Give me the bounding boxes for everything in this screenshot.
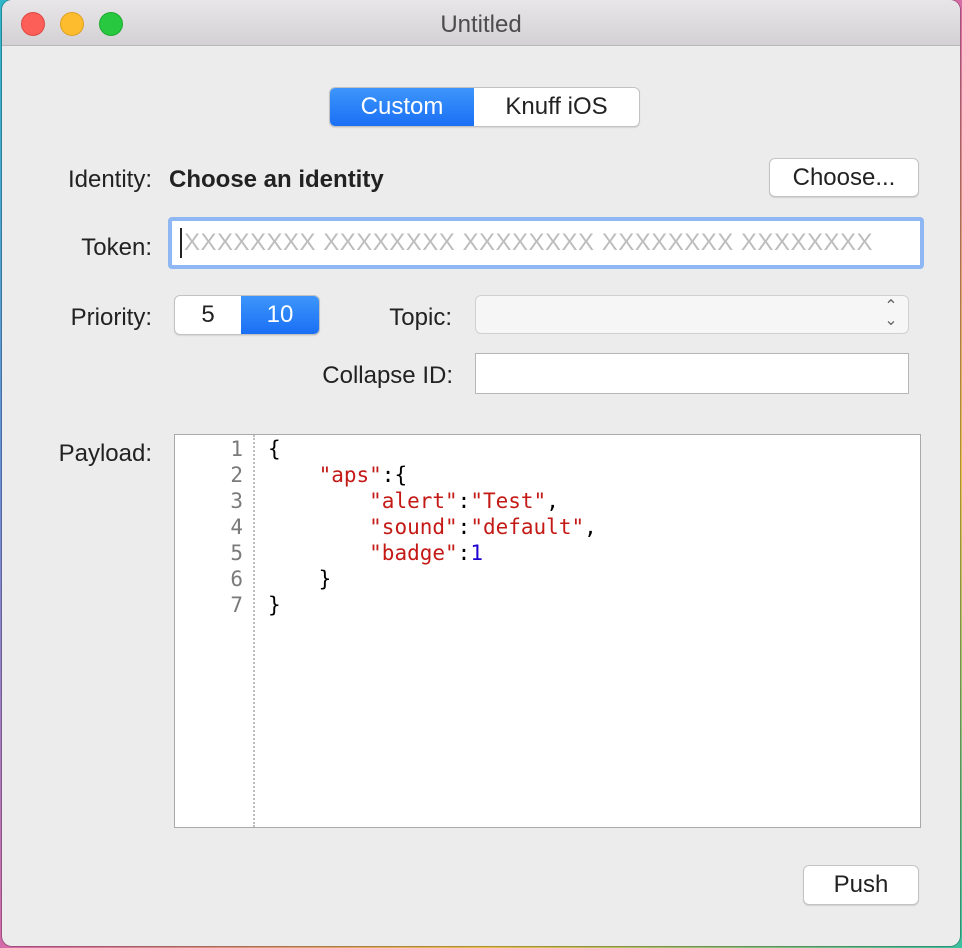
tab-custom[interactable]: Custom [330, 88, 474, 126]
token-input[interactable] [184, 229, 920, 257]
mode-segmented-control: Custom Knuff iOS [329, 87, 640, 127]
token-field[interactable] [168, 217, 924, 269]
collapse-id-input[interactable] [475, 353, 909, 394]
tab-knuff-ios[interactable]: Knuff iOS [474, 88, 639, 126]
code-line: "aps":{ [318, 463, 408, 487]
choose-identity-button[interactable]: Choose... [769, 158, 919, 197]
code-line: } [268, 567, 332, 591]
code-line: "sound":"default", [369, 515, 597, 539]
payload-label: Payload: [58, 440, 152, 467]
collapse-id-label: Collapse ID: [322, 362, 453, 389]
title-bar: Untitled [2, 0, 960, 46]
topic-label: Topic: [389, 304, 452, 331]
priority-label: Priority: [70, 304, 152, 331]
line-number: 3 [230, 489, 243, 513]
payload-code[interactable]: { "aps":{ "alert":"Test", "sound":"defau… [268, 435, 597, 651]
payload-editor[interactable]: 1 2 3 4 5 6 7 { "aps":{ "alert":"Test", … [174, 434, 921, 828]
code-line: "alert":"Test", [369, 489, 559, 513]
line-number: 1 [230, 437, 243, 461]
identity-value: Choose an identity [169, 166, 384, 193]
code-line: "badge":1 [369, 541, 483, 565]
line-number: 6 [230, 567, 243, 591]
code-line: { [268, 437, 281, 461]
window-title: Untitled [440, 11, 522, 38]
code-line: } [268, 593, 281, 617]
app-window: Untitled Custom Knuff iOS Identity: Choo… [2, 0, 960, 946]
line-number: 5 [230, 541, 243, 565]
priority-option-5[interactable]: 5 [175, 296, 241, 334]
line-number: 7 [230, 593, 243, 617]
text-caret [180, 228, 182, 258]
priority-option-10[interactable]: 10 [241, 296, 319, 334]
topic-popup-button[interactable]: ⌃ ⌄ [475, 295, 909, 334]
identity-label: Identity: [67, 166, 152, 193]
push-button[interactable]: Push [803, 865, 919, 905]
line-number: 4 [230, 515, 243, 539]
line-number: 2 [230, 463, 243, 487]
line-number-gutter: 1 2 3 4 5 6 7 [175, 435, 255, 827]
chevron-up-down-icon: ⌃ ⌄ [884, 298, 898, 329]
priority-segmented-control: 5 10 [174, 295, 320, 335]
token-label: Token: [81, 234, 152, 261]
